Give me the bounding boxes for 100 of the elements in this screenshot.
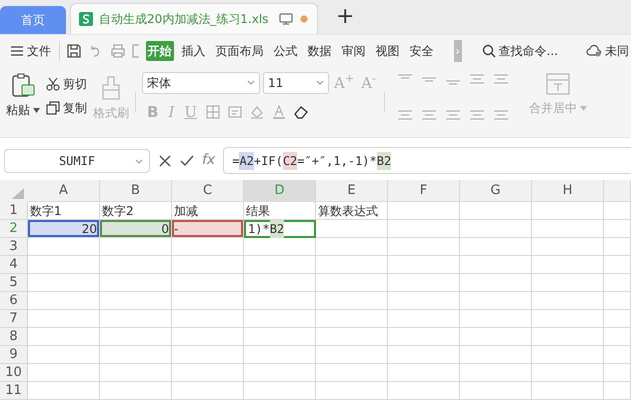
table-cell — [172, 382, 244, 400]
table-cell — [532, 274, 604, 292]
document-tab[interactable]: 自动生成20内加减法_练习1.xls — [70, 3, 318, 34]
column-header[interactable]: E — [316, 180, 388, 202]
row-header[interactable]: 7 — [0, 310, 28, 328]
menu-tab[interactable]: 视图 — [374, 40, 402, 60]
table-cell — [316, 346, 388, 364]
cut-button[interactable]: 剪切 — [46, 75, 87, 93]
column-header[interactable]: H — [532, 180, 604, 202]
table-cell — [532, 292, 604, 310]
font-color-icon[interactable] — [271, 104, 288, 120]
row-header[interactable]: 1 — [0, 202, 28, 220]
table-cell — [28, 346, 100, 364]
row-header[interactable]: 9 — [0, 346, 28, 364]
table-cell — [28, 292, 100, 310]
align-indent-icon[interactable] — [492, 72, 509, 86]
column-header[interactable]: A — [28, 180, 100, 202]
brush-icon — [100, 75, 122, 101]
cell-reference: B2 — [270, 220, 284, 238]
table-cell — [460, 364, 532, 382]
formula-field[interactable]: =A2+IF(C2=″+″,1,-1)*B2 — [223, 147, 631, 174]
confirm-icon[interactable] — [180, 154, 194, 168]
eraser-icon[interactable] — [293, 104, 310, 120]
menu-tab[interactable]: 公式 — [272, 40, 300, 60]
table-cell — [604, 328, 631, 346]
align-justify-icon[interactable] — [468, 108, 485, 122]
column-header[interactable]: C — [172, 180, 244, 202]
row-header[interactable]: 10 — [0, 364, 28, 382]
border-icon[interactable] — [205, 104, 222, 120]
table-cell — [460, 202, 532, 220]
column-header[interactable]: B — [100, 180, 172, 202]
table-cell — [604, 220, 631, 238]
table-cell — [172, 256, 244, 274]
insert-function-button[interactable]: fx — [202, 150, 216, 171]
menu-icon — [10, 44, 24, 56]
cell-reference: B2 — [376, 152, 392, 170]
fill-color-icon[interactable] — [249, 104, 266, 120]
page-icon[interactable] — [132, 42, 140, 58]
row-header[interactable]: 5 — [0, 274, 28, 292]
fill-style-icon[interactable] — [227, 104, 244, 120]
align-outdent-icon[interactable] — [468, 72, 485, 86]
copy-button[interactable]: 复制 — [46, 99, 87, 117]
menu-tab[interactable]: 页面布局 — [214, 40, 266, 60]
row-header[interactable]: 8 — [0, 328, 28, 346]
menu-tab[interactable]: 插入 — [180, 40, 208, 60]
table-cell — [532, 202, 604, 220]
table-cell: 0 — [100, 220, 172, 238]
table-cell — [316, 238, 388, 256]
align-distributed-icon[interactable] — [492, 108, 509, 122]
align-center-icon[interactable] — [420, 108, 437, 122]
row-header[interactable]: 3 — [0, 238, 28, 256]
table-cell — [388, 274, 460, 292]
dropdown-icon — [247, 80, 255, 86]
menu-tab[interactable]: 安全 — [408, 40, 436, 60]
copy-icon — [46, 101, 60, 115]
table-cell — [532, 328, 604, 346]
menu-tab[interactable]: 审阅 — [340, 40, 368, 60]
save-icon[interactable] — [66, 42, 82, 58]
table-cell — [532, 346, 604, 364]
column-header[interactable]: F — [388, 180, 460, 202]
column-header[interactable] — [604, 180, 631, 202]
font-name-field[interactable]: 宋体 — [142, 72, 260, 94]
paste-button[interactable]: 粘贴 — [6, 101, 40, 119]
align-left-icon[interactable] — [396, 108, 413, 122]
table-cell — [244, 364, 316, 382]
row-header[interactable]: 11 — [0, 382, 28, 400]
column-header[interactable]: G — [460, 180, 532, 202]
table-cell — [532, 310, 604, 328]
table-cell — [604, 202, 631, 220]
table-cell — [532, 220, 604, 238]
table-cell — [316, 274, 388, 292]
row-header[interactable]: 6 — [0, 292, 28, 310]
name-box[interactable]: SUMIF — [4, 148, 150, 172]
search-commands[interactable]: 查找命令... — [480, 40, 560, 60]
table-cell — [460, 346, 532, 364]
sync-status[interactable]: 未同 — [584, 40, 631, 60]
merge-cells-icon — [544, 72, 571, 96]
table-cell — [604, 292, 631, 310]
table-cell — [460, 256, 532, 274]
file-menu[interactable]: 文件 — [8, 40, 53, 60]
align-right-icon[interactable] — [444, 108, 461, 122]
paste-icon[interactable] — [10, 72, 36, 98]
table-cell — [172, 346, 244, 364]
cancel-icon[interactable] — [158, 154, 172, 168]
cell-reference: A2 — [239, 152, 254, 170]
table-cell — [388, 364, 460, 382]
table-cell — [460, 328, 532, 346]
table-cell — [388, 256, 460, 274]
table-cell — [28, 274, 100, 292]
search-icon — [482, 44, 496, 58]
print-icon[interactable] — [110, 42, 126, 58]
new-tab-button[interactable]: + — [336, 6, 354, 28]
table-cell — [460, 220, 532, 238]
table-cell — [28, 328, 100, 346]
row-header[interactable]: 4 — [0, 256, 28, 274]
scissors-icon — [46, 77, 60, 91]
menu-tab[interactable]: 数据 — [306, 40, 334, 60]
font-size-field[interactable]: 11 — [263, 72, 329, 94]
menu-tab[interactable]: 开始 — [146, 40, 174, 60]
table-cell — [388, 328, 460, 346]
